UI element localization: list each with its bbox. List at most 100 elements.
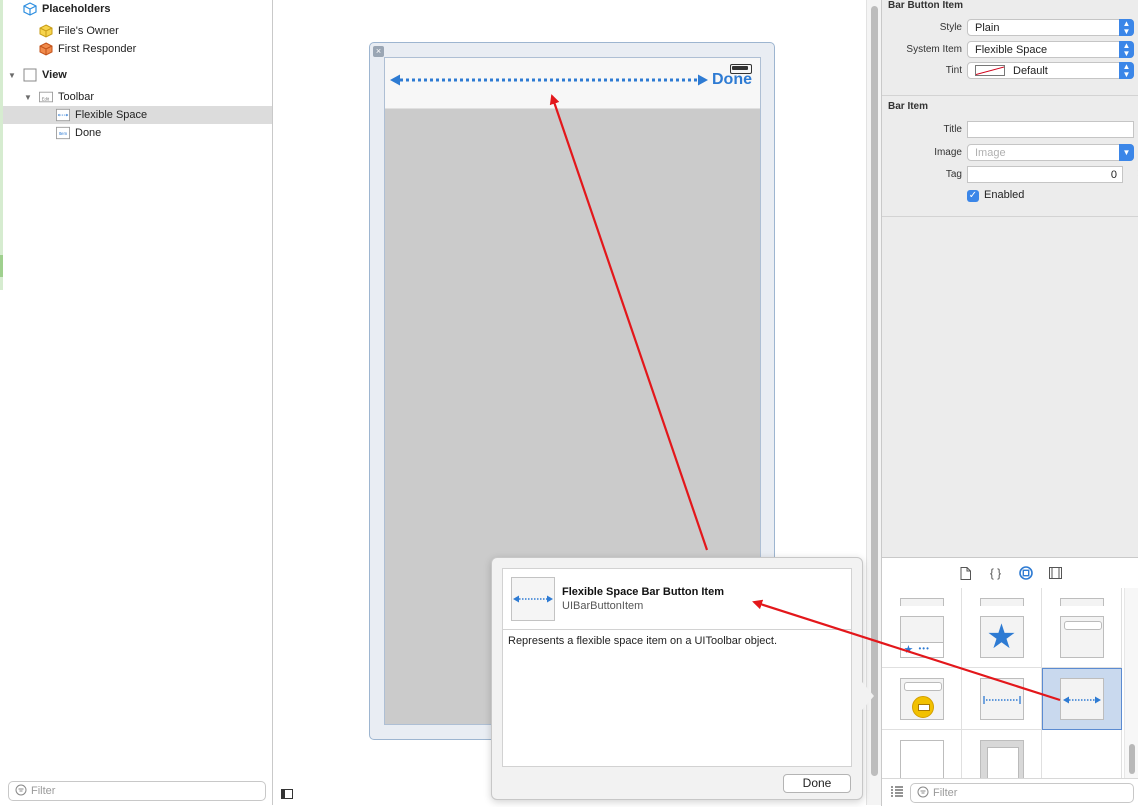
- inspector-empty-area: [882, 217, 1138, 557]
- popover-content: Flexible Space Bar Button Item UIBarButt…: [502, 568, 852, 767]
- library-item-tab-bar[interactable]: ★ •••: [882, 606, 962, 668]
- outline-files-owner[interactable]: File's Owner: [3, 22, 272, 40]
- system-item-label: System Item: [906, 44, 962, 55]
- toolbar-done-button[interactable]: Done: [712, 71, 752, 89]
- outline-done-item-label: Done: [75, 127, 102, 139]
- media-library-icon[interactable]: [1048, 565, 1064, 581]
- svg-text:Edit: Edit: [42, 97, 50, 102]
- code-snippet-icon[interactable]: { }: [988, 565, 1004, 581]
- filter-icon: [15, 784, 27, 799]
- outline-first-responder[interactable]: First Responder: [3, 40, 272, 58]
- outline-placeholders[interactable]: Placeholders: [3, 0, 272, 18]
- tint-value: Default: [1013, 64, 1048, 77]
- toolbar-icon: Edit: [39, 90, 53, 104]
- tint-popup[interactable]: Default ▲ ▼: [967, 62, 1134, 79]
- outline-done-item[interactable]: Item Done: [3, 124, 272, 142]
- title-field[interactable]: [967, 121, 1134, 138]
- fixed-space-thumbnail: [979, 677, 1024, 720]
- style-label: Style: [939, 22, 962, 33]
- outline-files-owner-label: File's Owner: [58, 25, 119, 37]
- library-item[interactable]: [1042, 730, 1122, 778]
- file-template-icon[interactable]: [958, 565, 974, 581]
- svg-text:Item: Item: [59, 131, 68, 136]
- outline-view-label: View: [42, 69, 67, 81]
- star-icon: ★: [903, 643, 914, 656]
- system-item-popup[interactable]: Flexible Space ▲ ▼: [967, 41, 1134, 58]
- cube-icon: [23, 2, 37, 16]
- outline-filter-field[interactable]: Filter: [8, 781, 266, 801]
- list-view-icon[interactable]: [891, 786, 903, 800]
- chevron-down-icon[interactable]: ▼: [1119, 144, 1134, 161]
- library-item-flexible-space[interactable]: [1042, 668, 1122, 730]
- system-item-value: Flexible Space: [975, 43, 1048, 56]
- outline-toolbar-label: Toolbar: [58, 91, 95, 103]
- files-owner-cube-icon: [39, 24, 53, 38]
- popover-done-button[interactable]: Done: [783, 774, 851, 793]
- tab-bar-thumbnail: ★ •••: [899, 615, 944, 658]
- container-view-thumbnail: [979, 739, 1024, 778]
- popover-subtitle: UIBarButtonItem: [562, 600, 644, 612]
- image-label: Image: [934, 147, 962, 158]
- library-grid[interactable]: ★ ••• ★: [882, 588, 1122, 778]
- tint-label: Tint: [945, 65, 962, 76]
- library-item-popover: Flexible Space Bar Button Item UIBarButt…: [491, 557, 874, 800]
- document-outline: Placeholders File's Owner First Responde…: [0, 0, 273, 805]
- library-filter-row: Filter: [882, 778, 1138, 807]
- chevron-up-down-icon: ▲ ▼: [1119, 62, 1134, 79]
- library-item-view[interactable]: [882, 730, 962, 778]
- image-combo[interactable]: Image ▼: [967, 144, 1134, 161]
- library-item-container-view[interactable]: [962, 730, 1042, 778]
- star-icon: ★: [986, 617, 1017, 656]
- color-swatch-icon: [975, 65, 1005, 76]
- toggle-outline-icon[interactable]: [281, 789, 293, 799]
- library-item-fixed-space[interactable]: [962, 668, 1042, 730]
- bar-item-thumbnail: ★: [979, 615, 1024, 658]
- flexible-space-thumbnail: [1060, 678, 1104, 720]
- close-icon[interactable]: ×: [373, 46, 384, 57]
- outline-placeholders-label: Placeholders: [42, 3, 111, 15]
- style-value: Plain: [975, 21, 1000, 34]
- object-library-icon[interactable]: [1018, 565, 1034, 581]
- library-scrollbar[interactable]: [1124, 588, 1138, 778]
- object-library: { } ★ ••• ★ Filter: [881, 557, 1138, 807]
- library-filter-placeholder: Filter: [933, 787, 958, 799]
- toolbar[interactable]: Done: [385, 58, 760, 109]
- flexible-space-item[interactable]: [390, 74, 708, 86]
- outline-flexible-space[interactable]: Flexible Space: [3, 106, 272, 124]
- canvas-scroll-thumb[interactable]: [871, 6, 878, 776]
- title-label: Title: [943, 124, 962, 135]
- disclosure-triangle-icon[interactable]: ▼: [7, 71, 17, 80]
- tag-label: Tag: [945, 169, 962, 180]
- flexible-space-icon: [56, 108, 70, 122]
- library-filter-field[interactable]: Filter: [910, 783, 1134, 803]
- chevron-up-down-icon: ▲ ▼: [1119, 41, 1134, 58]
- library-item-search-display[interactable]: [882, 668, 962, 730]
- bar-button-item-section-title: Bar Button Item: [888, 0, 963, 11]
- library-tabs: { }: [882, 558, 1138, 588]
- style-popup[interactable]: Plain ▲ ▼: [967, 19, 1134, 36]
- library-item-search-bar[interactable]: [1042, 606, 1122, 668]
- outline-toolbar[interactable]: ▼ Edit Toolbar: [3, 88, 272, 106]
- library-scroll-thumb[interactable]: [1129, 744, 1135, 774]
- outline-view[interactable]: ▼ View: [3, 66, 272, 84]
- bar-button-item-icon: Item: [56, 126, 70, 140]
- divider: [882, 95, 1138, 96]
- outline-filter-placeholder: Filter: [31, 785, 56, 797]
- filter-icon: [917, 786, 929, 801]
- tag-field[interactable]: 0: [967, 166, 1123, 183]
- bar-item-section-title: Bar Item: [888, 101, 929, 112]
- enabled-label: Enabled: [984, 189, 1025, 201]
- view-icon: [23, 68, 37, 82]
- enabled-checkbox[interactable]: ✓: [967, 190, 979, 202]
- popover-description: Represents a flexible space item on a UI…: [508, 635, 778, 647]
- outline-flexible-space-label: Flexible Space: [75, 109, 148, 121]
- image-placeholder: Image: [975, 146, 1006, 159]
- disclosure-triangle-icon[interactable]: ▼: [23, 93, 33, 102]
- search-display-icon: [911, 695, 934, 718]
- first-responder-cube-icon: [39, 42, 53, 56]
- outline-first-responder-label: First Responder: [58, 43, 137, 55]
- search-bar-thumbnail: [1059, 615, 1104, 658]
- library-item-bar-item[interactable]: ★: [962, 606, 1042, 668]
- popover-title: Flexible Space Bar Button Item: [562, 586, 724, 598]
- popover-tail: [862, 682, 874, 710]
